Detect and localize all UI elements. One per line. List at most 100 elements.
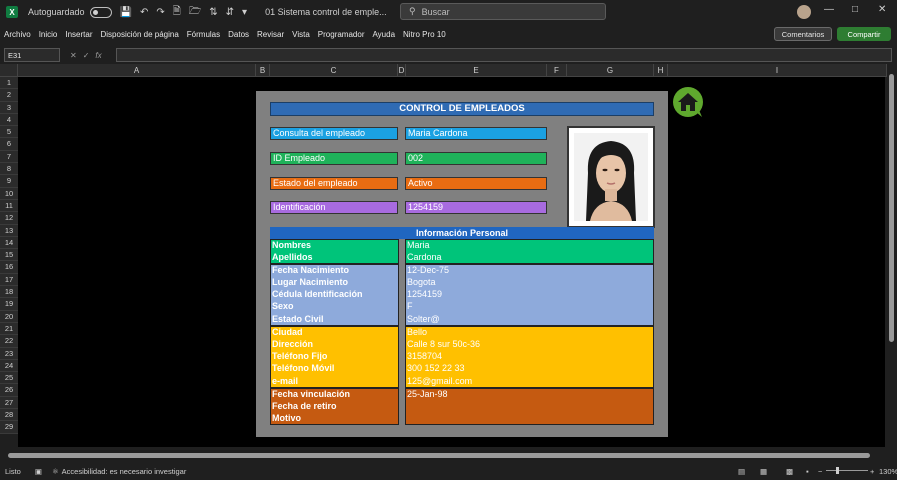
row-header[interactable]: 7: [0, 150, 18, 164]
row-header[interactable]: 17: [0, 273, 18, 287]
row-header[interactable]: 23: [0, 347, 18, 360]
display-settings-icon[interactable]: ▤: [738, 467, 745, 476]
row-header[interactable]: 25: [0, 372, 18, 385]
info-value-direccion[interactable]: Calle 8 sur 50c-36: [407, 338, 480, 350]
row-header[interactable]: 28: [0, 409, 18, 422]
col-header-b[interactable]: B: [256, 64, 270, 77]
horizontal-scroll-thumb[interactable]: [8, 453, 870, 458]
row-header[interactable]: 29: [0, 421, 18, 434]
estado-value[interactable]: Activo: [405, 177, 547, 190]
redo-icon[interactable]: ↷: [156, 7, 164, 18]
undo-icon[interactable]: ↶: [140, 7, 148, 18]
accessibility-icon[interactable]: ⚛: [52, 467, 59, 476]
col-header-f[interactable]: F: [547, 64, 567, 77]
row-header[interactable]: 6: [0, 138, 18, 151]
zoom-slider-thumb[interactable]: [836, 467, 839, 474]
row-header[interactable]: 10: [0, 187, 18, 200]
row-header[interactable]: 5: [0, 126, 18, 139]
info-value-fecha-vinculacion[interactable]: 25-Jan-98: [407, 388, 448, 400]
col-header-c[interactable]: C: [270, 64, 398, 77]
fx-icon[interactable]: fx: [95, 51, 101, 60]
vertical-scroll-thumb[interactable]: [889, 74, 894, 342]
autosave-toggle[interactable]: [89, 6, 112, 18]
row-header[interactable]: 12: [0, 212, 18, 225]
menu-ayuda[interactable]: Ayuda: [372, 30, 395, 39]
menu-inicio[interactable]: Inicio: [39, 30, 58, 39]
row-header[interactable]: 9: [0, 175, 18, 188]
select-all-corner[interactable]: [0, 64, 18, 77]
page-layout-icon[interactable]: ▩: [786, 467, 793, 476]
zoom-out-icon[interactable]: −: [818, 467, 822, 476]
menu-datos[interactable]: Datos: [228, 30, 249, 39]
zoom-slider[interactable]: [826, 470, 868, 471]
menu-insertar[interactable]: Insertar: [65, 30, 92, 39]
row-header[interactable]: 22: [0, 335, 18, 348]
row-header[interactable]: 2: [0, 89, 18, 102]
row-header[interactable]: 11: [0, 199, 18, 213]
col-header-g[interactable]: G: [567, 64, 654, 77]
formula-input[interactable]: [116, 48, 892, 62]
info-value-fecha-nacimiento[interactable]: 12-Dec-75: [407, 264, 449, 276]
confirm-icon[interactable]: ✓: [83, 51, 90, 60]
page-break-icon[interactable]: ▪: [806, 467, 809, 476]
row-header[interactable]: 3: [0, 101, 18, 114]
row-header[interactable]: 16: [0, 261, 18, 274]
customize-dropdown-icon[interactable]: ▾: [242, 7, 247, 18]
menu-vista[interactable]: Vista: [292, 30, 310, 39]
share-button[interactable]: Compartir: [837, 27, 891, 41]
document-title[interactable]: 01 Sistema control de emple...: [265, 7, 387, 17]
row-header[interactable]: 27: [0, 396, 18, 410]
avatar[interactable]: [797, 5, 811, 19]
row-header[interactable]: 1: [0, 77, 18, 90]
home-icon[interactable]: [672, 86, 704, 118]
vertical-scrollbar[interactable]: [887, 64, 897, 450]
row-header[interactable]: 8: [0, 163, 18, 176]
row-header[interactable]: 24: [0, 359, 18, 373]
menu-programador[interactable]: Programador: [318, 30, 365, 39]
sort-icon[interactable]: ⇅: [209, 7, 217, 18]
col-header-e[interactable]: E: [406, 64, 547, 77]
normal-view-icon[interactable]: ▦: [760, 467, 767, 476]
col-header-a[interactable]: A: [18, 64, 256, 77]
open-folder-icon[interactable]: 🗁: [189, 4, 201, 21]
info-value-cedula[interactable]: 1254159: [407, 288, 442, 300]
info-value-estado-civil[interactable]: Solter@: [407, 313, 440, 325]
macro-record-icon[interactable]: ▣: [35, 467, 42, 476]
row-header[interactable]: 19: [0, 298, 18, 311]
horizontal-scrollbar[interactable]: [0, 450, 897, 460]
row-header[interactable]: 20: [0, 310, 18, 323]
cancel-icon[interactable]: ✕: [70, 51, 77, 60]
menu-nitro[interactable]: Nitro Pro 10: [403, 30, 446, 39]
col-header-h[interactable]: H: [654, 64, 668, 77]
info-value-lugar-nacimiento[interactable]: Bogota: [407, 276, 436, 288]
col-header-i[interactable]: I: [668, 64, 887, 77]
col-header-d[interactable]: D: [398, 64, 406, 77]
info-value-ciudad[interactable]: Bello: [407, 326, 427, 338]
info-value-email[interactable]: 125@gmail.com: [407, 375, 472, 387]
consulta-value-select[interactable]: Maria Cardona: [405, 127, 547, 140]
ident-value[interactable]: 1254159: [405, 201, 547, 214]
info-value-telefono-fijo[interactable]: 3158704: [407, 350, 442, 362]
row-header[interactable]: 26: [0, 384, 18, 397]
zoom-in-icon[interactable]: +: [870, 467, 874, 476]
row-header[interactable]: 14: [0, 236, 18, 250]
menu-formulas[interactable]: Fórmulas: [187, 30, 220, 39]
id-value[interactable]: 002: [405, 152, 547, 165]
menu-archivo[interactable]: Archivo: [4, 30, 31, 39]
row-header[interactable]: 15: [0, 249, 18, 262]
name-box[interactable]: E31: [4, 48, 60, 62]
close-icon[interactable]: ✕: [878, 4, 886, 15]
accessibility-status[interactable]: Accesibilidad: es necesario investigar: [62, 467, 187, 476]
sort-desc-icon[interactable]: ⇵: [226, 7, 234, 18]
info-value-sexo[interactable]: F: [407, 300, 413, 312]
row-header[interactable]: 18: [0, 286, 18, 299]
menu-revisar[interactable]: Revisar: [257, 30, 284, 39]
info-value-nombres[interactable]: Maria: [407, 239, 430, 251]
info-value-apellidos[interactable]: Cardona: [407, 251, 442, 263]
info-value-telefono-movil[interactable]: 300 152 22 33: [407, 362, 465, 374]
comments-button[interactable]: Comentarios: [774, 27, 832, 41]
menu-disposicion[interactable]: Disposición de página: [101, 30, 179, 39]
row-header[interactable]: 21: [0, 322, 18, 336]
minimize-icon[interactable]: —: [824, 4, 834, 15]
new-file-icon[interactable]: 🗎: [173, 4, 181, 21]
